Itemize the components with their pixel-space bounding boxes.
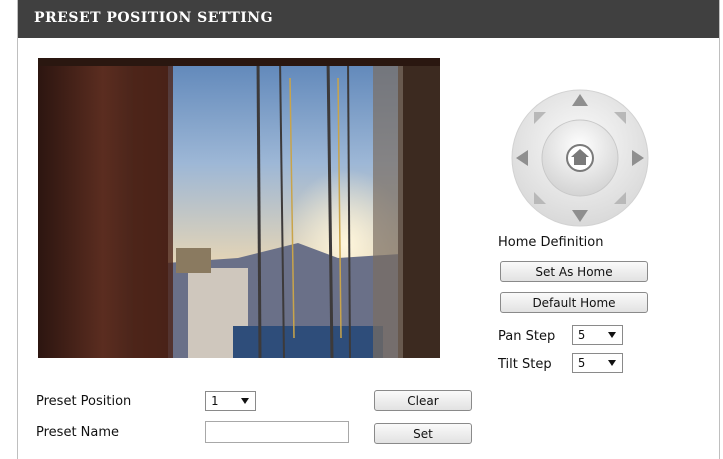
- preset-name-label: Preset Name: [36, 425, 120, 440]
- set-as-home-button[interactable]: Set As Home: [500, 261, 648, 282]
- tilt-down-right-icon[interactable]: [614, 192, 626, 204]
- pan-step-label: Pan Step: [498, 329, 556, 344]
- chevron-down-icon: [241, 398, 249, 404]
- chevron-down-icon: [608, 360, 616, 366]
- pan-step-select[interactable]: 5: [572, 325, 623, 345]
- ptz-control-dial: [510, 88, 650, 228]
- tilt-step-value: 5: [578, 356, 586, 370]
- pan-left-icon[interactable]: [516, 150, 528, 166]
- panel-title: PRESET POSITION SETTING: [34, 10, 274, 26]
- tilt-down-icon[interactable]: [572, 210, 588, 222]
- preset-position-panel: PRESET POSITION SETTING Home Definition …: [17, 0, 720, 459]
- tilt-down-left-icon[interactable]: [534, 192, 546, 204]
- tilt-step-label: Tilt Step: [498, 357, 552, 372]
- home-icon[interactable]: [566, 144, 594, 172]
- default-home-button[interactable]: Default Home: [500, 292, 648, 313]
- clear-button[interactable]: Clear: [374, 390, 472, 411]
- tilt-step-select[interactable]: 5: [572, 353, 623, 373]
- tilt-up-icon[interactable]: [572, 94, 588, 106]
- pan-step-value: 5: [578, 328, 586, 342]
- preset-name-input[interactable]: [205, 421, 349, 443]
- tilt-up-right-icon[interactable]: [614, 112, 626, 124]
- tilt-up-left-icon[interactable]: [534, 112, 546, 124]
- home-definition-label: Home Definition: [498, 235, 604, 250]
- pan-right-icon[interactable]: [632, 150, 644, 166]
- camera-video-feed: [38, 58, 440, 358]
- chevron-down-icon: [608, 332, 616, 338]
- preset-position-value: 1: [211, 394, 219, 408]
- preset-position-select[interactable]: 1: [205, 391, 256, 411]
- preset-position-label: Preset Position: [36, 394, 132, 409]
- set-button[interactable]: Set: [374, 423, 472, 444]
- panel-header: PRESET POSITION SETTING: [18, 0, 719, 41]
